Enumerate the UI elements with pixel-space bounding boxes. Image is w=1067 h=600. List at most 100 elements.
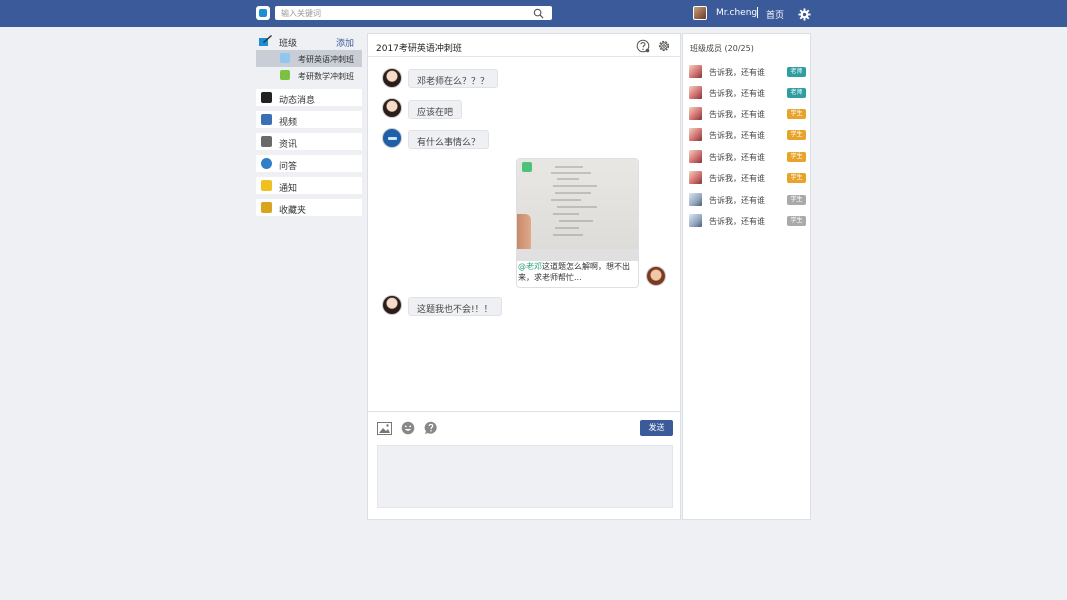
question-text: @老邓这道题怎么解啊，想不出来，求老师帮忙... <box>518 261 636 283</box>
question-card[interactable]: @老邓这道题怎么解啊，想不出来，求老师帮忙... <box>516 158 639 288</box>
sidebar-item-label: 视频 <box>279 118 298 128</box>
sidebar-item-label: 问答 <box>279 162 298 172</box>
role-badge: 学生 <box>787 109 806 119</box>
message-bubble: 邓老师在么？？？ <box>408 69 499 88</box>
sidebar-item-qa[interactable]: 问答 <box>256 155 362 172</box>
message-bubble: 有什么事情么？ <box>408 130 490 149</box>
mention-link[interactable]: @老邓 <box>518 262 542 271</box>
composer: 发送 <box>368 411 680 519</box>
member-row[interactable]: 告诉我，还有谁 学生 <box>689 107 807 122</box>
avatar[interactable] <box>382 128 402 148</box>
avatar[interactable] <box>646 266 666 286</box>
sidebar-item-messages[interactable]: 动态消息 <box>256 89 362 106</box>
member-avatar <box>689 193 702 206</box>
members-panel: 班级成员 (20/25) 告诉我，还有谁 老师 告诉我，还有谁 老师 告诉我，还… <box>682 33 811 520</box>
emoji-icon[interactable] <box>401 421 415 435</box>
sidebar-class-english[interactable]: 考研英语冲刺班 <box>256 50 362 67</box>
class-math-icon <box>280 70 290 80</box>
member-name: 告诉我，还有谁 <box>709 131 765 140</box>
divider <box>757 7 758 18</box>
sidebar-item-label: 通知 <box>279 184 298 194</box>
member-avatar <box>689 65 702 78</box>
chat-title: 2017考研英语冲刺班 <box>376 44 462 54</box>
user-avatar[interactable] <box>693 6 707 20</box>
member-row[interactable]: 告诉我，还有谁 老师 <box>689 65 807 80</box>
role-badge: 老师 <box>787 88 806 98</box>
question-icon <box>261 158 272 169</box>
image-overlay-strip <box>517 249 638 261</box>
role-badge: 学生 <box>787 130 806 140</box>
role-badge: 学生 <box>787 195 806 205</box>
sidebar-item-label: 资讯 <box>279 140 298 150</box>
member-avatar <box>689 214 702 227</box>
news-icon <box>261 136 272 147</box>
sidebar-item-favorites[interactable]: 收藏夹 <box>256 199 362 216</box>
settings-icon[interactable] <box>657 39 671 53</box>
role-badge: 学生 <box>787 152 806 162</box>
member-name: 告诉我，还有谁 <box>709 196 765 205</box>
send-button[interactable]: 发送 <box>640 420 673 436</box>
chat-bubble-icon <box>261 92 272 103</box>
search-input[interactable] <box>275 6 525 20</box>
role-badge: 学生 <box>787 216 806 226</box>
question-tag-icon <box>522 162 532 172</box>
member-name: 告诉我，还有谁 <box>709 153 765 162</box>
question-icon[interactable] <box>424 421 438 435</box>
message-input[interactable] <box>377 445 673 508</box>
chat-panel: 2017考研英语冲刺班 邓老师在么？？？ 应该在吧 有什么事情么？ @老邓这道题… <box>367 33 681 520</box>
sidebar: 班级 添加 考研英语冲刺班 考研数学冲刺班 动态消息 视频 资讯 问答 通知 收… <box>256 33 362 221</box>
image-upload-icon[interactable] <box>377 422 392 435</box>
search-icon[interactable] <box>533 8 544 19</box>
member-avatar <box>689 150 702 163</box>
sidebar-item-video[interactable]: 视频 <box>256 111 362 128</box>
member-name: 告诉我，还有谁 <box>709 217 765 226</box>
class-header: 班级 添加 <box>256 33 362 50</box>
member-avatar <box>689 171 702 184</box>
finger-shape <box>517 214 531 249</box>
app-logo-icon[interactable] <box>256 6 270 20</box>
search-box <box>275 6 552 20</box>
sidebar-item-notice[interactable]: 通知 <box>256 177 362 194</box>
sidebar-item-news[interactable]: 资讯 <box>256 133 362 150</box>
role-badge: 老师 <box>787 67 806 77</box>
member-row[interactable]: 告诉我，还有谁 老师 <box>689 86 807 101</box>
member-row[interactable]: 告诉我，还有谁 学生 <box>689 150 807 165</box>
message-bubble: 应该在吧 <box>408 100 463 119</box>
member-row[interactable]: 告诉我，还有谁 学生 <box>689 193 807 208</box>
question-photo[interactable] <box>517 159 638 261</box>
handwritten-notes-image <box>551 166 597 236</box>
help-icon[interactable] <box>636 39 650 53</box>
megaphone-icon <box>261 180 272 191</box>
role-badge: 学生 <box>787 173 806 183</box>
folder-icon <box>261 202 272 213</box>
member-name: 告诉我，还有谁 <box>709 68 765 77</box>
avatar[interactable] <box>382 98 402 118</box>
member-avatar <box>689 86 702 99</box>
sidebar-item-label: 动态消息 <box>279 96 316 106</box>
member-name: 告诉我，还有谁 <box>709 89 765 98</box>
avatar[interactable] <box>382 68 402 88</box>
home-link[interactable]: 首页 <box>766 8 784 21</box>
chat-header: 2017考研英语冲刺班 <box>368 34 680 57</box>
message-bubble: 这题我也不会!！！ <box>408 297 502 316</box>
member-row[interactable]: 告诉我，还有谁 学生 <box>689 171 807 186</box>
class-icon <box>259 35 272 46</box>
username[interactable]: Mr.cheng <box>716 8 757 18</box>
members-title: 班级成员 (20/25) <box>690 44 754 53</box>
member-name: 告诉我，还有谁 <box>709 174 765 183</box>
sidebar-class-label: 考研数学冲刺班 <box>298 72 354 81</box>
class-english-icon <box>280 53 290 63</box>
sidebar-class-label: 考研英语冲刺班 <box>298 55 354 64</box>
member-name: 告诉我，还有谁 <box>709 110 765 119</box>
member-row[interactable]: 告诉我，还有谁 学生 <box>689 128 807 143</box>
member-row[interactable]: 告诉我，还有谁 学生 <box>689 214 807 229</box>
video-icon <box>261 114 272 125</box>
avatar[interactable] <box>382 295 402 315</box>
sidebar-item-label: 收藏夹 <box>279 206 307 216</box>
top-bar: Mr.cheng 首页 <box>0 0 1067 27</box>
class-header-label: 班级 <box>279 39 298 49</box>
sidebar-class-math[interactable]: 考研数学冲刺班 <box>256 67 362 84</box>
member-avatar <box>689 107 702 120</box>
add-class-link[interactable]: 添加 <box>336 36 354 49</box>
settings-gear-icon[interactable] <box>798 8 811 21</box>
